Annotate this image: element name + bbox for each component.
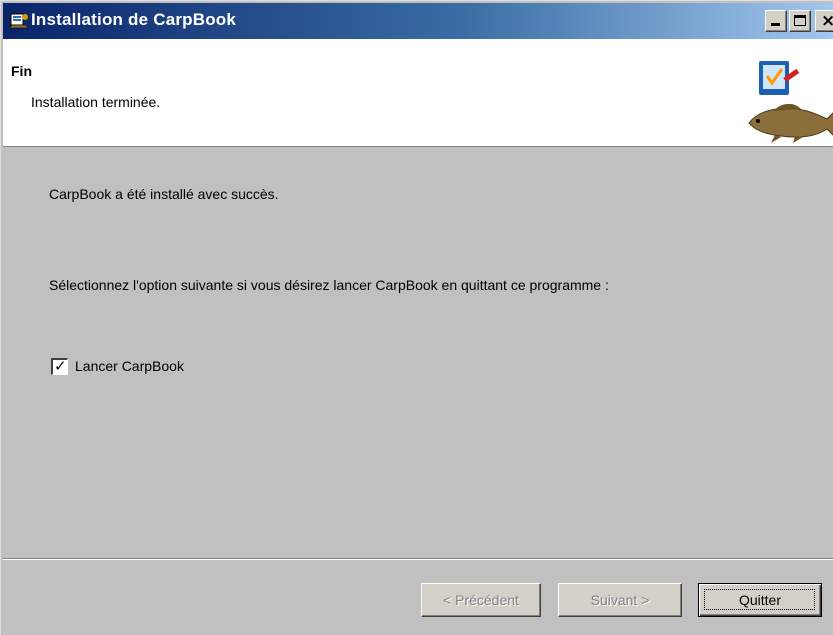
previous-button-label: < Précédent <box>443 592 519 608</box>
checkmark-icon: ✓ <box>54 357 67 375</box>
footer-separator <box>3 558 833 560</box>
maximize-icon <box>794 15 806 26</box>
installer-window: Installation de CarpBook × Fin Installat… <box>0 0 833 635</box>
success-message: CarpBook a été installé avec succès. <box>49 186 279 202</box>
option-prompt: Sélectionnez l'option suivante si vous d… <box>49 277 609 293</box>
page-subtitle: Installation terminée. <box>31 94 161 110</box>
minimize-button[interactable] <box>765 10 787 32</box>
close-icon: × <box>821 11 833 31</box>
window-title: Installation de CarpBook <box>31 10 237 29</box>
installer-icon <box>9 13 29 29</box>
next-button[interactable]: Suivant > <box>558 583 682 617</box>
page-title: Fin <box>11 63 32 79</box>
minimize-icon <box>771 23 780 26</box>
maximize-button[interactable] <box>789 10 811 32</box>
close-button[interactable]: × <box>815 10 833 32</box>
quit-button[interactable]: Quitter <box>698 583 822 617</box>
launch-checkbox[interactable]: ✓ <box>51 357 68 375</box>
previous-button[interactable]: < Précédent <box>421 583 541 617</box>
wizard-header: Fin Installation terminée. <box>3 39 833 147</box>
next-button-label: Suivant > <box>590 592 650 608</box>
checklist-and-carp-fish-graphic <box>748 61 833 143</box>
quit-button-label: Quitter <box>738 592 781 608</box>
title-bar[interactable]: Installation de CarpBook × <box>3 3 833 39</box>
launch-checkbox-label[interactable]: Lancer CarpBook <box>75 358 184 374</box>
